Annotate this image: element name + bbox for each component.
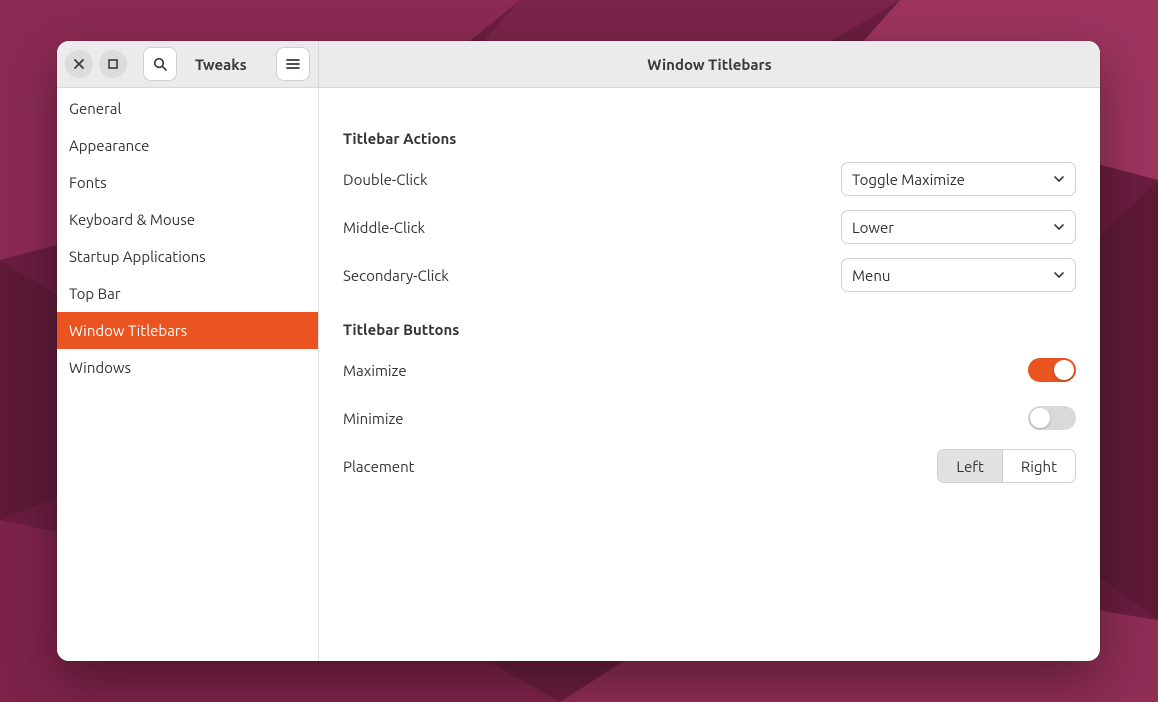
row-label: Double-Click: [343, 171, 428, 188]
search-icon: [152, 56, 168, 72]
sidebar-item-startup-applications[interactable]: Startup Applications: [57, 238, 318, 275]
segmented-option-label: Right: [1021, 458, 1057, 475]
section-title-buttons: Titlebar Buttons: [343, 321, 1076, 338]
segmented-option-left[interactable]: Left: [938, 450, 1002, 482]
section-title-actions: Titlebar Actions: [343, 130, 1076, 147]
headerbar-right: Window Titlebars: [319, 41, 1100, 87]
row-middle-click: Middle-Click Lower: [343, 203, 1076, 251]
hamburger-icon: [285, 56, 301, 72]
sidebar-item-label: Window Titlebars: [69, 322, 187, 339]
sidebar-item-appearance[interactable]: Appearance: [57, 127, 318, 164]
window-close-button[interactable]: [65, 50, 93, 78]
app-title: Tweaks: [195, 56, 247, 73]
row-label: Maximize: [343, 362, 407, 379]
sidebar-item-label: Appearance: [69, 137, 149, 154]
headerbar-left: Tweaks: [57, 41, 319, 87]
sidebar-item-label: General: [69, 100, 121, 117]
sidebar: General Appearance Fonts Keyboard & Mous…: [57, 88, 319, 661]
row-label: Minimize: [343, 410, 404, 427]
sidebar-item-label: Fonts: [69, 174, 107, 191]
row-minimize: Minimize: [343, 394, 1076, 442]
sidebar-item-top-bar[interactable]: Top Bar: [57, 275, 318, 312]
dropdown-double-click[interactable]: Toggle Maximize: [841, 162, 1076, 196]
hamburger-menu-button[interactable]: [276, 47, 310, 81]
row-secondary-click: Secondary-Click Menu: [343, 251, 1076, 299]
dropdown-value: Menu: [852, 267, 890, 284]
dropdown-value: Toggle Maximize: [852, 171, 965, 188]
tweaks-window: Tweaks Window Titlebars General Appearan…: [57, 41, 1100, 661]
sidebar-item-label: Startup Applications: [69, 248, 206, 265]
row-label: Placement: [343, 458, 415, 475]
chevron-down-icon: [1053, 221, 1065, 233]
sidebar-item-window-titlebars[interactable]: Window Titlebars: [57, 312, 318, 349]
maximize-icon: [107, 58, 119, 70]
sidebar-item-label: Keyboard & Mouse: [69, 211, 195, 228]
window-body: General Appearance Fonts Keyboard & Mous…: [57, 88, 1100, 661]
switch-maximize[interactable]: [1028, 358, 1076, 382]
dropdown-middle-click[interactable]: Lower: [841, 210, 1076, 244]
sidebar-item-keyboard-mouse[interactable]: Keyboard & Mouse: [57, 201, 318, 238]
sidebar-item-label: Top Bar: [69, 285, 121, 302]
switch-minimize[interactable]: [1028, 406, 1076, 430]
search-button[interactable]: [143, 47, 177, 81]
row-label: Middle-Click: [343, 219, 425, 236]
window-maximize-button[interactable]: [99, 50, 127, 78]
row-double-click: Double-Click Toggle Maximize: [343, 155, 1076, 203]
chevron-down-icon: [1053, 173, 1065, 185]
sidebar-item-label: Windows: [69, 359, 131, 376]
switch-knob: [1030, 408, 1050, 428]
headerbar: Tweaks Window Titlebars: [57, 41, 1100, 88]
close-icon: [73, 58, 85, 70]
row-label: Secondary-Click: [343, 267, 449, 284]
chevron-down-icon: [1053, 269, 1065, 281]
row-maximize: Maximize: [343, 346, 1076, 394]
page-title: Window Titlebars: [647, 56, 771, 73]
segmented-option-label: Left: [956, 458, 984, 475]
sidebar-item-fonts[interactable]: Fonts: [57, 164, 318, 201]
row-placement: Placement Left Right: [343, 442, 1076, 490]
switch-knob: [1054, 360, 1074, 380]
dropdown-value: Lower: [852, 219, 894, 236]
sidebar-item-windows[interactable]: Windows: [57, 349, 318, 386]
content-pane: Titlebar Actions Double-Click Toggle Max…: [319, 88, 1100, 661]
segmented-placement: Left Right: [937, 449, 1076, 483]
segmented-option-right[interactable]: Right: [1002, 450, 1075, 482]
dropdown-secondary-click[interactable]: Menu: [841, 258, 1076, 292]
sidebar-item-general[interactable]: General: [57, 90, 318, 127]
